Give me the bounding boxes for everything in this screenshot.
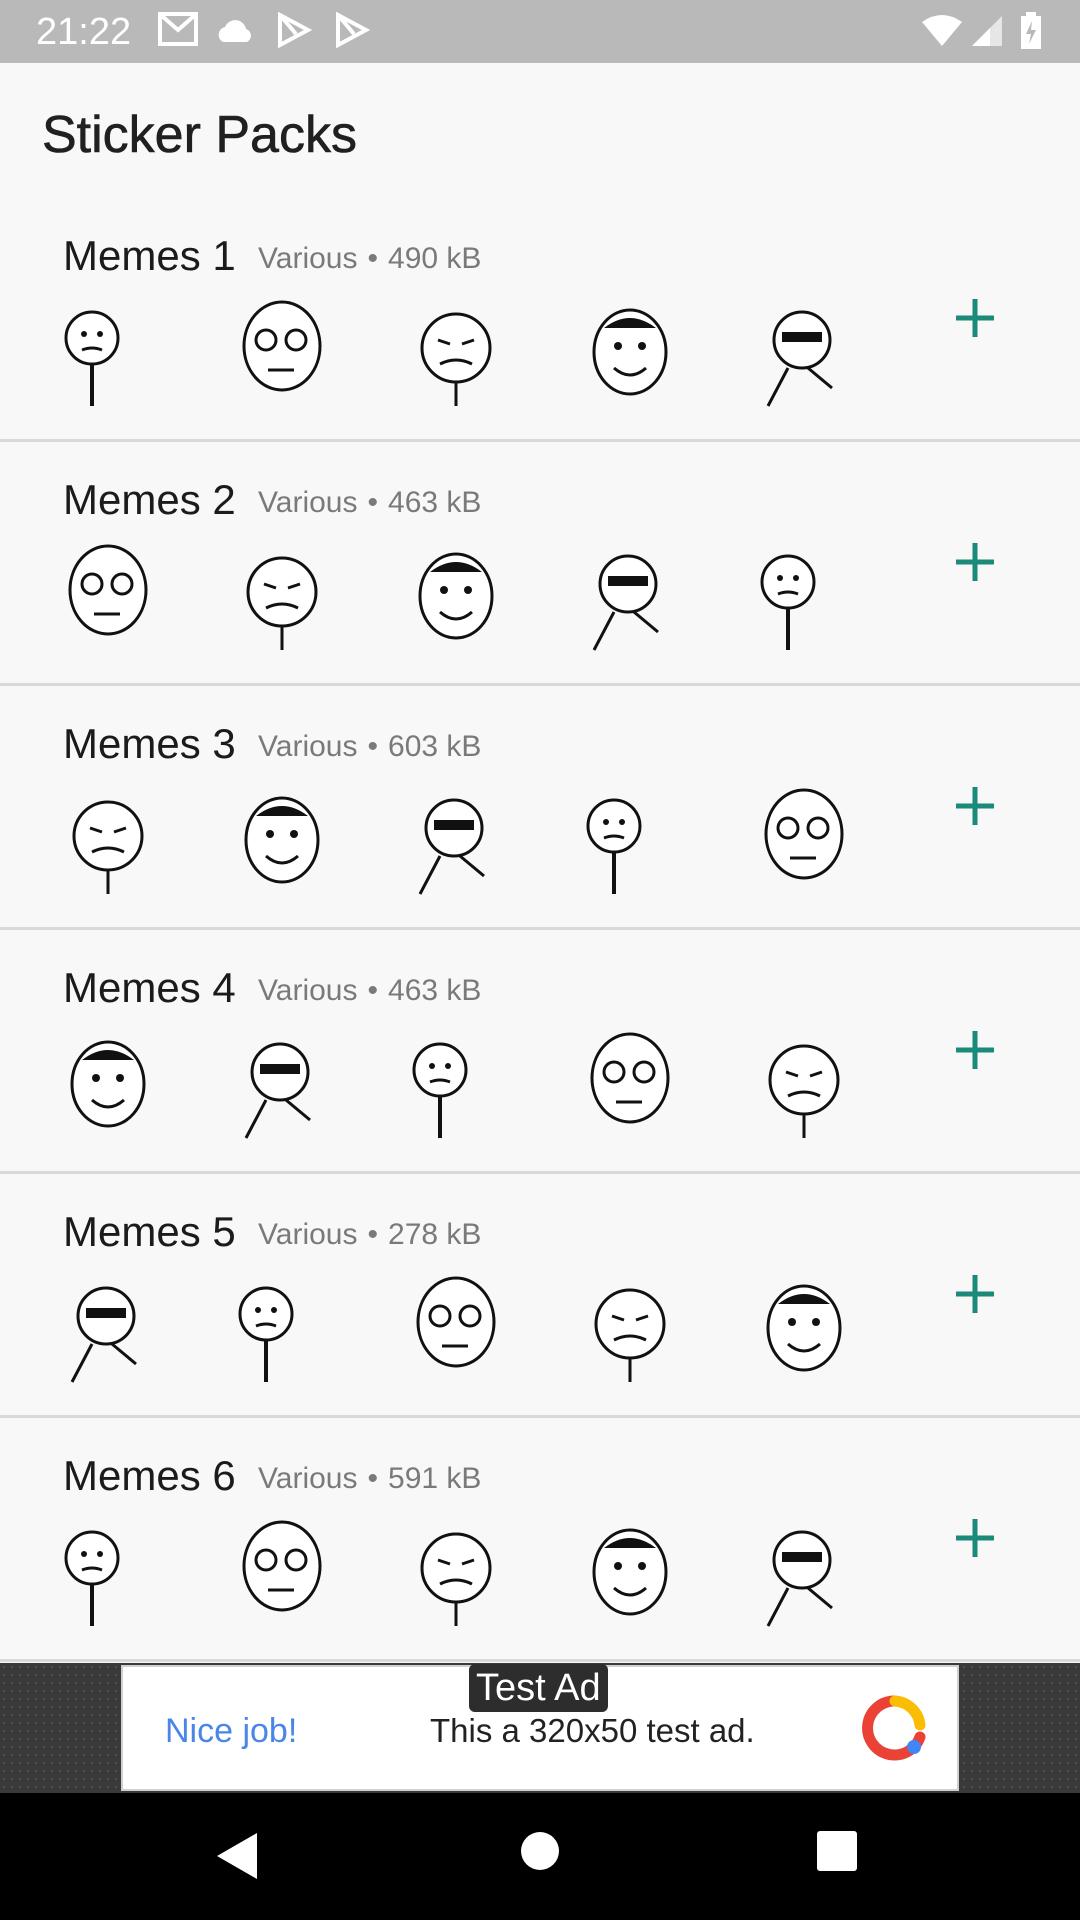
- add-to-whatsapp-plus-icon[interactable]: [950, 1025, 1000, 1075]
- pack-name: Memes 1: [63, 232, 236, 279]
- pack-name: Memes 3: [63, 720, 236, 767]
- babies-photo-sticker: [574, 1518, 686, 1630]
- play-store-icon: [336, 12, 370, 48]
- home-icon[interactable]: [520, 1831, 560, 1871]
- deal-with-it-sunglasses-sticker: [748, 298, 860, 410]
- pack-publisher: Various: [258, 974, 358, 1007]
- pack-publisher: Various: [258, 242, 358, 275]
- pack-meta: Various • 591 kB: [258, 1461, 481, 1497]
- ad-test-tag: Test Ad: [469, 1664, 608, 1712]
- y-u-no-face-sticker: [52, 786, 164, 898]
- shrug-guy-sticker: [400, 542, 512, 654]
- explosion-smudge-sticker: [748, 786, 860, 898]
- meta-separator: •: [367, 730, 379, 763]
- sticker-pack-row[interactable]: Memes 3 Various • 603 kB: [0, 686, 1080, 930]
- confused-girl-sticker: [226, 1518, 338, 1630]
- battery-icon: [1021, 12, 1041, 49]
- forever-alone-sticker: [52, 1518, 164, 1630]
- two-stickmen-sticker: [52, 298, 164, 410]
- pack-meta: Various • 463 kB: [258, 485, 481, 521]
- angry-rage-sticker: [226, 786, 338, 898]
- stickman-walking-sticker: [574, 542, 686, 654]
- trollface-sticker: [52, 1030, 164, 1142]
- back-icon[interactable]: [215, 1831, 259, 1881]
- screaming-face-sticker: [52, 1274, 164, 1386]
- pack-publisher: Various: [258, 1218, 358, 1251]
- play-store-icon: [278, 12, 312, 48]
- blood-spray-sticker: [574, 786, 686, 898]
- lol-face-sticker: [574, 1030, 686, 1142]
- cloud-icon: [218, 20, 251, 42]
- pack-name: Memes 5: [63, 1208, 236, 1255]
- pack-size: 463 kB: [388, 974, 482, 1007]
- ad-body-text[interactable]: This a 320x50 test ad.: [430, 1711, 755, 1751]
- yao-laughing-sticker: [226, 1030, 338, 1142]
- door-stickmen-sticker: [400, 1274, 512, 1386]
- meta-separator: •: [367, 1462, 379, 1495]
- pack-size: 591 kB: [388, 1462, 482, 1495]
- pack-size: 278 kB: [388, 1218, 482, 1251]
- recents-icon[interactable]: [817, 1831, 857, 1871]
- add-to-whatsapp-plus-icon[interactable]: [950, 1513, 1000, 1563]
- pack-size: 603 kB: [388, 730, 482, 763]
- nick-young-sticker: [400, 1518, 512, 1630]
- pack-meta: Various • 603 kB: [258, 729, 481, 765]
- page-title: Sticker Packs: [42, 106, 358, 165]
- pack-meta: Various • 278 kB: [258, 1217, 481, 1253]
- meta-separator: •: [367, 974, 379, 1007]
- stickman-at-door-sticker: [748, 542, 860, 654]
- yelling-face-sticker: [748, 1274, 860, 1386]
- navigation-bar: [0, 1793, 1080, 1920]
- pack-publisher: Various: [258, 730, 358, 763]
- sticker-pack-row[interactable]: Memes 1 Various • 490 kB: [0, 198, 1080, 442]
- status-bar: 21:22: [0, 0, 1080, 63]
- add-to-whatsapp-plus-icon[interactable]: [950, 293, 1000, 343]
- sticker-pack-row[interactable]: Memes 5 Various • 278 kB: [0, 1174, 1080, 1418]
- duck-sticker: [748, 1518, 860, 1630]
- gun-to-head-sticker: [400, 298, 512, 410]
- gmail-icon: [158, 12, 198, 46]
- turtle-sticker: [226, 1274, 338, 1386]
- signal-icon: [972, 16, 1002, 46]
- meta-separator: •: [367, 242, 379, 275]
- add-to-whatsapp-plus-icon[interactable]: [950, 537, 1000, 587]
- meta-separator: •: [367, 1218, 379, 1251]
- meta-separator: •: [367, 486, 379, 519]
- blank-stare-face-sticker: [52, 542, 164, 654]
- ad-headline[interactable]: Nice job!: [165, 1711, 297, 1751]
- pack-meta: Various • 463 kB: [258, 973, 481, 1009]
- middle-finger-face-sticker: [226, 298, 338, 410]
- pack-size: 490 kB: [388, 242, 482, 275]
- surprised-face-sticker: [226, 542, 338, 654]
- mother-of-god-sticker: [400, 786, 512, 898]
- sticker-pack-row[interactable]: Memes 6 Various • 591 kB: [0, 1418, 1080, 1662]
- add-to-whatsapp-plus-icon[interactable]: [950, 781, 1000, 831]
- ad-logo-icon[interactable]: [862, 1695, 928, 1761]
- yao-spitting-sticker: [400, 1030, 512, 1142]
- add-to-whatsapp-plus-icon[interactable]: [950, 1269, 1000, 1319]
- pack-publisher: Various: [258, 486, 358, 519]
- pack-meta: Various • 490 kB: [258, 241, 481, 277]
- pack-publisher: Various: [258, 1462, 358, 1495]
- yao-ming-face-sticker: [574, 298, 686, 410]
- sticker-pack-row[interactable]: Memes 2 Various • 463 kB: [0, 442, 1080, 686]
- fist-face-sticker: [574, 1274, 686, 1386]
- pack-name: Memes 4: [63, 964, 236, 1011]
- fap-face-sticker: [748, 1030, 860, 1142]
- sticker-pack-row[interactable]: Memes 4 Various • 463 kB: [0, 930, 1080, 1174]
- wifi-icon: [922, 15, 962, 46]
- pack-name: Memes 2: [63, 476, 236, 523]
- pack-name: Memes 6: [63, 1452, 236, 1499]
- pack-size: 463 kB: [388, 486, 482, 519]
- status-time: 21:22: [36, 11, 132, 53]
